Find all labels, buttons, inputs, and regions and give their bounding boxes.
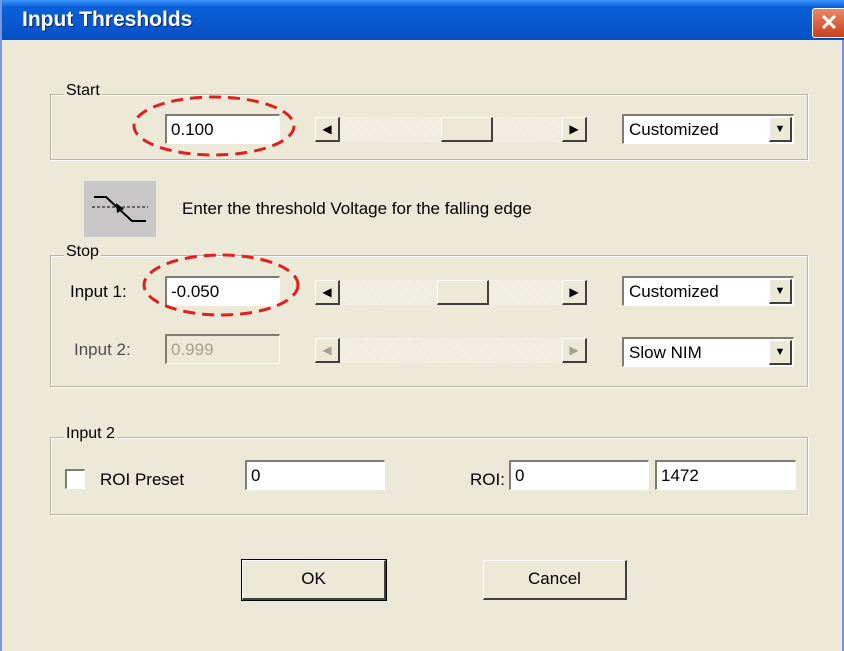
input1-mode-select[interactable]: Customized ▼: [622, 276, 794, 306]
start-threshold-slider[interactable]: ◀ ▶: [315, 117, 587, 142]
input2-threshold-slider: ◀ ▶: [315, 338, 587, 363]
slider-track: [340, 338, 562, 363]
chevron-down-icon[interactable]: ▼: [769, 279, 792, 304]
roi-label: ROI:: [470, 470, 505, 489]
chevron-down-icon[interactable]: ▼: [769, 117, 792, 142]
input1-label: Input 1:: [70, 282, 127, 301]
input1-threshold-slider[interactable]: ◀ ▶: [315, 280, 587, 305]
input2-threshold-input: 0.999: [165, 334, 280, 364]
close-button[interactable]: ✕: [812, 8, 844, 38]
falling-edge-icon: [84, 181, 156, 237]
hint-text: Enter the threshold Voltage for the fall…: [182, 199, 532, 218]
chevron-down-icon[interactable]: ▼: [769, 340, 792, 365]
roi-preset-checkbox[interactable]: [65, 469, 85, 489]
input1-threshold-input[interactable]: -0.050: [165, 276, 280, 306]
scroll-right-button: ▶: [562, 338, 587, 363]
scroll-left-button[interactable]: ◀: [315, 117, 340, 142]
input-thresholds-dialog: Input Thresholds ✕ Start 0.100 ◀ ▶ Custo…: [0, 0, 844, 651]
scroll-right-button[interactable]: ▶: [562, 117, 587, 142]
input2-label: Input 2:: [74, 340, 131, 359]
slider-thumb[interactable]: [437, 280, 489, 305]
input2-group-legend: Input 2: [64, 425, 117, 443]
roi-to-input[interactable]: 1472: [655, 460, 796, 490]
input1-mode-value: Customized: [629, 282, 719, 301]
input2-mode-select[interactable]: Slow NIM ▼: [622, 337, 794, 367]
close-icon: ✕: [819, 10, 839, 35]
stop-group: [50, 255, 808, 387]
roi-preset-input[interactable]: 0: [245, 460, 385, 490]
start-legend: Start: [64, 82, 102, 100]
window-title: Input Thresholds: [22, 8, 193, 31]
slider-thumb[interactable]: [441, 117, 493, 142]
roi-from-input[interactable]: 0: [509, 460, 649, 490]
stop-legend: Stop: [64, 243, 101, 261]
scroll-left-button: ◀: [315, 338, 340, 363]
cancel-button[interactable]: Cancel: [483, 560, 627, 600]
start-threshold-input[interactable]: 0.100: [165, 114, 280, 144]
start-mode-select[interactable]: Customized ▼: [622, 114, 794, 144]
scroll-left-button[interactable]: ◀: [315, 280, 340, 305]
start-mode-value: Customized: [629, 120, 719, 139]
roi-preset-label: ROI Preset: [100, 470, 185, 489]
ok-button[interactable]: OK: [241, 559, 387, 601]
scroll-right-button[interactable]: ▶: [562, 280, 587, 305]
input2-mode-value: Slow NIM: [629, 343, 702, 362]
title-bar[interactable]: Input Thresholds ✕: [2, 0, 844, 40]
